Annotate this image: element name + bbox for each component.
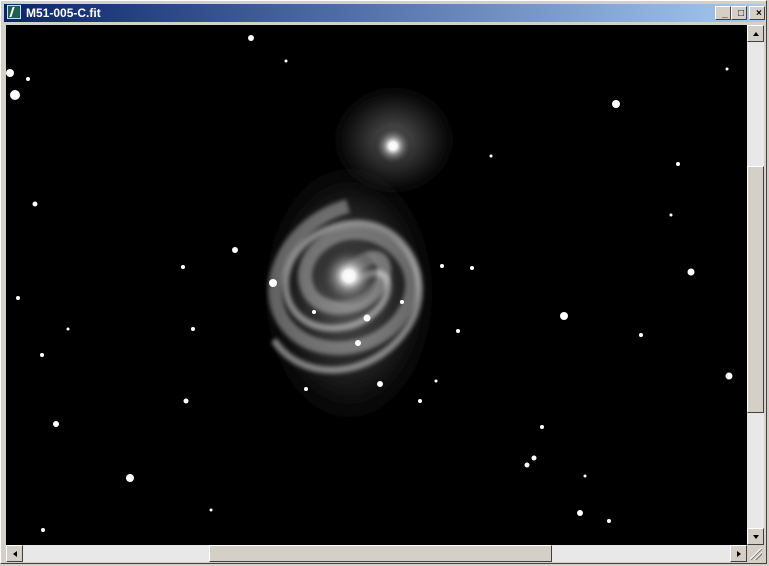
scroll-up-arrow-icon[interactable] bbox=[747, 25, 764, 42]
galaxy-image bbox=[6, 25, 747, 545]
scroll-left-arrow-icon[interactable] bbox=[6, 545, 23, 562]
resize-grip-icon[interactable] bbox=[747, 545, 764, 562]
scroll-down-arrow-icon[interactable] bbox=[747, 528, 764, 545]
minimize-button[interactable]: _ bbox=[715, 6, 731, 20]
horizontal-scrollbar[interactable] bbox=[6, 545, 747, 562]
galaxy-core bbox=[319, 246, 379, 306]
companion-galaxy-core bbox=[373, 126, 413, 166]
vertical-scroll-thumb[interactable] bbox=[747, 166, 764, 413]
window-title: M51-005-C.fit bbox=[26, 6, 101, 20]
title-bar[interactable]: M51-005-C.fit _ □ × bbox=[4, 4, 765, 22]
close-button[interactable]: × bbox=[749, 6, 765, 20]
astronomical-image-viewport[interactable] bbox=[6, 25, 747, 545]
horizontal-scroll-thumb[interactable] bbox=[209, 545, 552, 562]
vertical-scrollbar[interactable] bbox=[747, 25, 764, 545]
scroll-right-arrow-icon[interactable] bbox=[730, 545, 747, 562]
image-window: M51-005-C.fit _ □ × bbox=[0, 0, 767, 564]
maximize-button[interactable]: □ bbox=[731, 6, 747, 20]
fits-image-icon bbox=[7, 5, 21, 19]
